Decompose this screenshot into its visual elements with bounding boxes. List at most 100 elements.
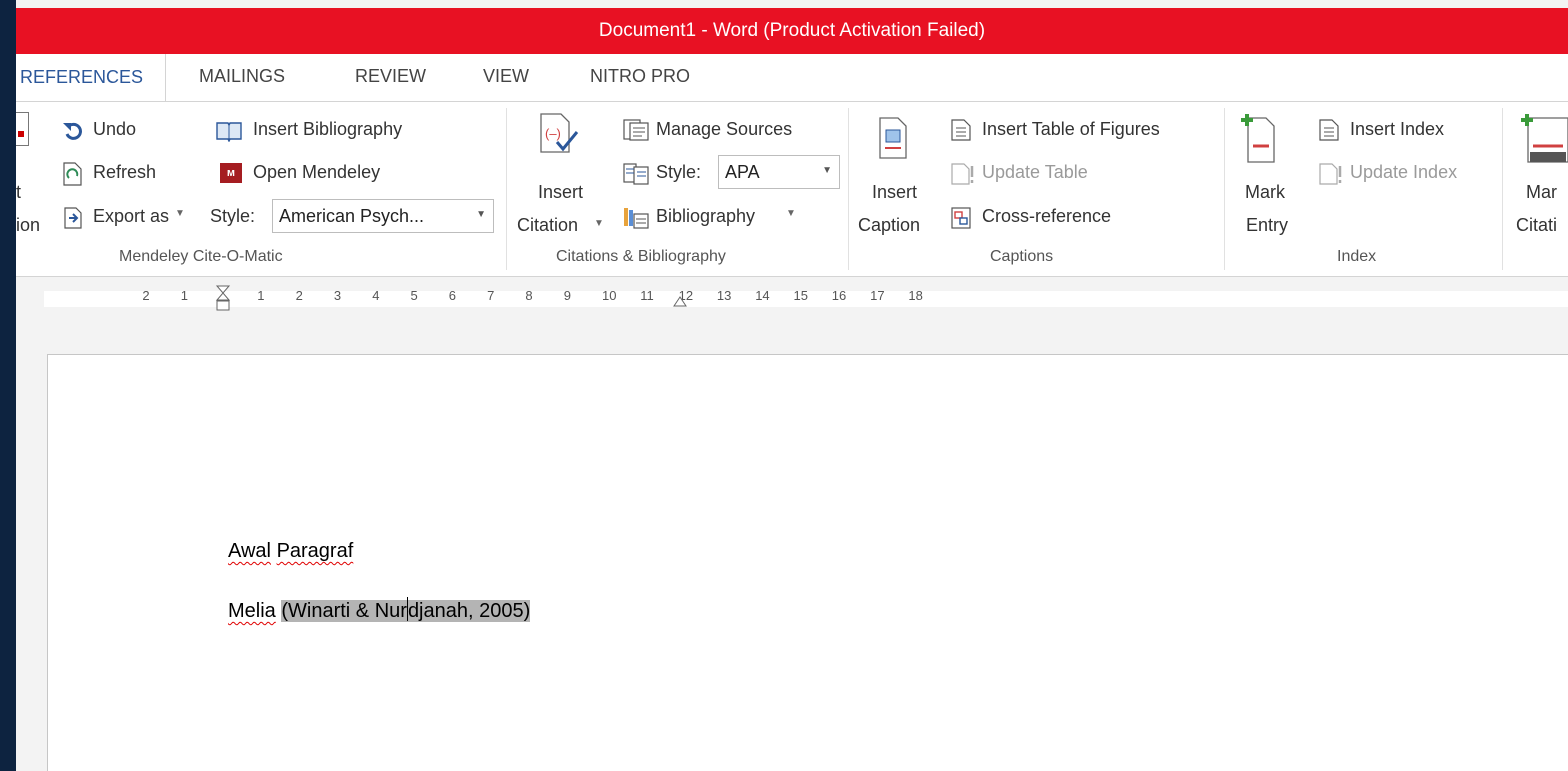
book-icon — [216, 122, 242, 142]
insert-caption-label-1: Insert — [872, 182, 918, 202]
ruler-tick-label: 7 — [487, 288, 495, 303]
mark-citation-label-1: Mar — [1526, 182, 1557, 202]
insert-caption-label-2: Caption — [858, 215, 921, 235]
window-title: Document1 - Word (Product Activation Fai… — [598, 20, 986, 41]
insert-index-label: Insert Index — [1350, 119, 1445, 139]
ruler-tick-label: 8 — [525, 288, 533, 303]
mendeley-style-label: Style: — [210, 206, 256, 226]
mark-citation-label-2: Citati — [1516, 215, 1558, 235]
ruler-tick-label: 14 — [755, 288, 770, 303]
ruler-tick-label: 11 — [640, 288, 654, 303]
ribbon-tabs: REFERENCES MAILINGS REVIEW VIEW NITRO PR… — [16, 54, 1568, 101]
ruler-tick-label: 17 — [870, 288, 885, 303]
right-indent-marker-icon[interactable] — [672, 293, 688, 307]
citations-group-label: Citations & Bibliography — [556, 248, 726, 265]
first-line-indent-marker-icon[interactable] — [215, 285, 231, 313]
insert-citation-mendeley-icon — [16, 112, 29, 146]
insert-bibliography-label: Insert Bibliography — [253, 119, 403, 139]
group-divider — [1224, 108, 1225, 270]
ruler-tick-label: 1 — [180, 288, 188, 303]
word-window: Document1 - Word (Product Activation Fai… — [16, 0, 1568, 771]
misspelled-word[interactable]: Paragraf — [277, 540, 354, 562]
insert-citation-label-1: Insert — [538, 182, 584, 202]
group-divider — [1502, 108, 1503, 270]
ruler-tick-label: 4 — [372, 288, 380, 303]
ruler-tick-label: 15 — [793, 288, 808, 303]
open-mendeley-label: Open Mendeley — [253, 162, 381, 182]
citation-style-select[interactable]: APA ▼ — [718, 155, 840, 189]
cross-reference-label: Cross-reference — [982, 206, 1112, 226]
insert-table-of-figures-label: Insert Table of Figures — [982, 119, 1160, 139]
cross-reference-icon — [951, 207, 971, 229]
paragraph-2[interactable]: Melia (Winarti & Nurdjanah, 2005) — [228, 597, 531, 623]
mendeley-logo-icon: ᴍ — [220, 163, 242, 183]
mark-entry-icon — [1241, 114, 1275, 163]
chevron-down-icon: ▼ — [786, 208, 796, 219]
horizontal-ruler[interactable]: 2 1 1 2 3 4 5 6 7 8 9 10 11 12 13 14 15 16 17 18 — [16, 285, 1568, 315]
manage-sources-icon — [623, 119, 649, 141]
chevron-down-icon: ▼ — [476, 209, 486, 220]
refresh-label: Refresh — [93, 162, 157, 182]
title-bar: Document1 - Word (Product Activation Fai… — [16, 8, 1568, 54]
update-index-icon — [1319, 163, 1342, 185]
ruler-tick-label: 2 — [295, 288, 303, 303]
chevron-down-icon: ▼ — [822, 165, 832, 176]
update-index-label: Update Index — [1350, 162, 1458, 182]
mendeley-style-value: American Psych... — [279, 206, 425, 226]
captions-group-label: Captions — [990, 248, 1054, 265]
table-of-figures-icon — [951, 119, 971, 141]
ruler-tick-label: 6 — [448, 288, 457, 303]
citation-style-label: Style: — [656, 162, 702, 182]
citation-field[interactable]: (Winarti & Nurdjanah, 2005) — [281, 597, 531, 622]
undo-icon — [63, 122, 82, 140]
mendeley-style-select[interactable]: American Psych... ▼ — [272, 199, 494, 233]
mark-citation-icon — [1521, 114, 1568, 163]
chevron-down-icon: ▼ — [175, 208, 185, 219]
ruler-tick-label: 10 — [602, 288, 617, 303]
bibliography-icon — [624, 208, 649, 229]
insert-index-icon — [1319, 119, 1339, 141]
ribbon: t ion Undo Refresh Export as ▼ Style: Am… — [16, 101, 1568, 277]
mark-entry-label-1: Mark — [1245, 182, 1285, 202]
tab-nitro-pro[interactable]: NITRO PRO — [590, 66, 690, 87]
update-table-icon — [951, 163, 974, 185]
refresh-icon — [63, 162, 82, 186]
tab-references[interactable]: REFERENCES — [16, 54, 166, 101]
ruler-tick-label: 5 — [410, 288, 418, 303]
document-page[interactable]: Awal Paragraf Melia (Winarti & Nurdjanah… — [47, 354, 1568, 771]
misspelled-word[interactable]: Awal — [228, 540, 271, 562]
undo-label: Undo — [93, 119, 137, 139]
index-group-label: Index — [1337, 248, 1377, 265]
chevron-down-icon: ▼ — [594, 218, 604, 229]
svg-text:(–): (–) — [545, 126, 561, 141]
insert-citation-icon: (–) — [540, 113, 579, 153]
ruler-tick-label: 3 — [333, 288, 342, 303]
export-icon — [64, 207, 82, 229]
citation-style-value: APA — [725, 162, 760, 182]
ruler-tick-label: 2 — [142, 288, 150, 303]
mark-entry-label-2: Entry — [1246, 215, 1289, 235]
ruler-tick-label: 1 — [257, 288, 265, 303]
manage-sources-label: Manage Sources — [656, 119, 793, 139]
tab-review[interactable]: REVIEW — [355, 66, 426, 87]
ruler-tick-label: 18 — [908, 288, 923, 303]
tab-view[interactable]: VIEW — [483, 66, 529, 87]
style-icon — [623, 163, 649, 185]
ruler-tick-label: 9 — [563, 288, 571, 303]
ruler-tick-label: 16 — [831, 288, 847, 303]
paragraph-1[interactable]: Awal Paragraf — [228, 540, 353, 563]
citation-text-before-cursor: (Winarti & Nur — [281, 600, 407, 622]
mendeley-group-label: Mendeley Cite-O-Matic — [119, 248, 283, 265]
citation-text-after-cursor: djanah, 2005) — [407, 600, 531, 622]
insert-citation-mendeley-label-2[interactable]: ion — [16, 215, 40, 236]
update-table-label: Update Table — [982, 162, 1088, 182]
ruler-tick-label: 13 — [716, 288, 732, 303]
tab-mailings[interactable]: MAILINGS — [199, 66, 285, 87]
insert-citation-mendeley-label-1[interactable]: t — [16, 182, 21, 203]
group-divider — [506, 108, 507, 270]
export-as-label: Export as — [93, 206, 170, 226]
bibliography-label: Bibliography — [656, 206, 756, 226]
misspelled-word[interactable]: Melia — [228, 600, 276, 622]
insert-citation-label-2: Citation — [517, 215, 579, 235]
group-divider — [848, 108, 849, 270]
